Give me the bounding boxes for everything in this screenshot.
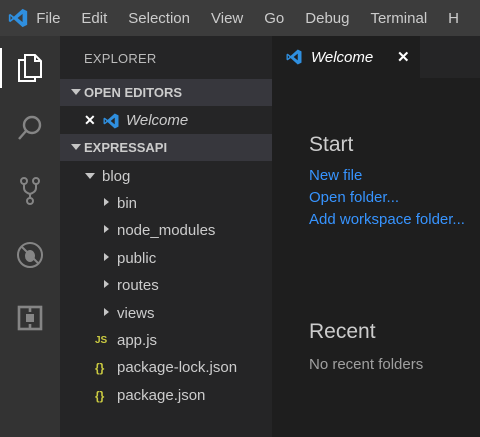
chevron-right-icon	[100, 308, 112, 319]
open-editor-item[interactable]: ✕ Welcome	[60, 107, 272, 134]
open-folder-link[interactable]: Open folder...	[309, 189, 399, 206]
start-heading: Start	[309, 133, 354, 156]
new-file-link[interactable]: New file	[309, 167, 362, 184]
tree-folder-routes[interactable]: routes	[60, 272, 272, 299]
sidebar-title: EXPLORER	[84, 51, 157, 66]
menu-terminal[interactable]: Terminal	[370, 10, 427, 27]
tree-file-package-json[interactable]: {} package.json	[60, 382, 272, 409]
menu-file[interactable]: File	[36, 10, 60, 27]
no-recent-folders-text: No recent folders	[309, 356, 424, 373]
add-workspace-folder-link[interactable]: Add workspace folder...	[309, 211, 465, 228]
menu-go[interactable]: Go	[264, 10, 284, 27]
recent-heading: Recent	[309, 320, 376, 343]
folder-label: views	[117, 305, 155, 322]
file-label: app.js	[117, 332, 158, 349]
close-icon[interactable]: ✕	[84, 112, 102, 129]
tab-welcome[interactable]: Welcome ✕	[272, 36, 420, 78]
debug-icon[interactable]	[0, 230, 60, 280]
explorer-icon[interactable]	[0, 43, 60, 93]
chevron-down-icon	[70, 142, 82, 153]
menu-view[interactable]: View	[211, 10, 243, 27]
open-editor-label: Welcome	[126, 112, 189, 129]
source-control-icon[interactable]	[0, 166, 60, 216]
editor-tab-bar: Welcome ✕	[272, 36, 480, 78]
extensions-icon[interactable]	[0, 293, 60, 343]
menu-edit[interactable]: Edit	[81, 10, 107, 27]
folder-label: blog	[102, 168, 131, 185]
tab-label: Welcome	[311, 48, 374, 66]
chevron-right-icon	[100, 198, 112, 209]
chevron-right-icon	[100, 225, 112, 236]
folder-label: routes	[117, 277, 159, 294]
chevron-down-icon	[70, 87, 82, 98]
tree-file-package-lock-json[interactable]: {} package-lock.json	[60, 354, 272, 381]
vscode-logo-icon	[0, 0, 36, 36]
open-editors-section[interactable]: OPEN EDITORS	[60, 79, 272, 106]
activity-bar	[0, 36, 60, 437]
tree-file-app-js[interactable]: JS app.js	[60, 327, 272, 354]
explorer-sidebar: EXPLORER OPEN EDITORS ✕ Welcome EXPRESSA…	[60, 36, 272, 437]
folder-label: bin	[117, 195, 138, 212]
chevron-right-icon	[100, 280, 112, 291]
project-section[interactable]: EXPRESSAPI	[60, 134, 272, 161]
tree-folder-blog[interactable]: blog	[60, 163, 272, 190]
close-icon[interactable]: ✕	[397, 48, 410, 66]
vscode-tab-icon	[285, 48, 303, 66]
folder-label: node_modules	[117, 222, 216, 239]
vscode-file-icon	[102, 112, 126, 130]
tree-folder-public[interactable]: public	[60, 245, 272, 272]
chevron-right-icon	[100, 253, 112, 264]
chevron-down-icon	[84, 171, 96, 182]
menu-help[interactable]: H	[448, 10, 459, 27]
file-label: package.json	[117, 387, 206, 404]
json-file-icon: {}	[95, 388, 105, 403]
json-file-icon: {}	[95, 360, 105, 375]
project-label: EXPRESSAPI	[84, 140, 168, 155]
javascript-file-icon: JS	[95, 335, 108, 346]
menu-debug[interactable]: Debug	[305, 10, 349, 27]
tree-folder-bin[interactable]: bin	[60, 190, 272, 217]
menu-bar: File Edit Selection View Go Debug Termin…	[0, 0, 480, 36]
tree-folder-views[interactable]: views	[60, 300, 272, 327]
search-icon[interactable]	[0, 103, 60, 153]
menu-selection[interactable]: Selection	[128, 10, 190, 27]
welcome-page: Start New file Open folder... Add worksp…	[272, 78, 480, 437]
tree-folder-node-modules[interactable]: node_modules	[60, 217, 272, 244]
file-label: package-lock.json	[117, 359, 238, 376]
open-editors-label: OPEN EDITORS	[84, 85, 183, 100]
folder-label: public	[117, 250, 157, 267]
